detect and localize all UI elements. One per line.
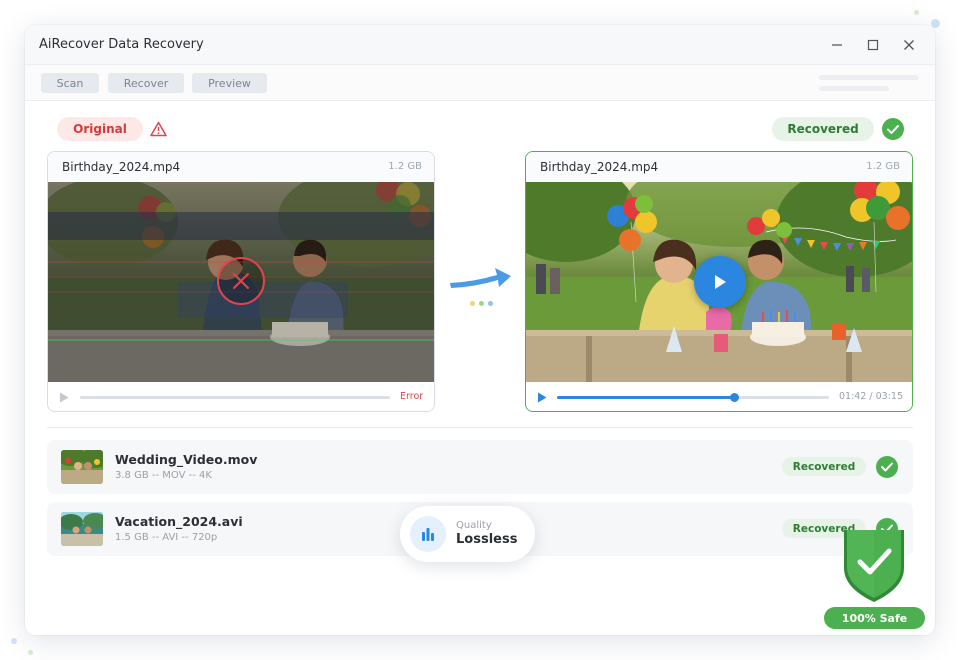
recover-button[interactable]: Recover bbox=[108, 73, 184, 93]
recovered-label: Recovered bbox=[772, 117, 874, 141]
preview-button[interactable]: Preview bbox=[192, 73, 267, 93]
player-controls: 01:42 / 03:15 bbox=[526, 382, 912, 411]
corrupted-video-preview bbox=[48, 182, 434, 382]
file-meta: 3.8 GB -- MOV -- 4K bbox=[115, 470, 212, 481]
decor-dot bbox=[11, 638, 17, 644]
video-frame bbox=[48, 182, 434, 382]
status-badge: Recovered bbox=[782, 457, 866, 476]
list-item[interactable]: Wedding_Video.mov 3.8 GB -- MOV -- 4K Re… bbox=[47, 440, 913, 494]
window-title: AiRecover Data Recovery bbox=[39, 37, 204, 52]
original-video-card: Birthday_2024.mp4 1.2 GB Error bbox=[47, 151, 435, 412]
shield-check-icon bbox=[844, 530, 904, 602]
section-divider bbox=[47, 427, 913, 428]
seek-handle[interactable] bbox=[729, 393, 739, 402]
warning-icon bbox=[150, 121, 167, 137]
playback-time: 01:42 / 03:15 bbox=[839, 391, 903, 402]
file-name: Birthday_2024.mp4 bbox=[62, 160, 181, 174]
bar-chart-icon bbox=[410, 516, 446, 552]
file-thumbnail bbox=[61, 450, 103, 484]
loading-dot bbox=[488, 301, 493, 306]
quality-card: Quality Lossless bbox=[400, 506, 535, 562]
check-circle-icon bbox=[882, 118, 904, 140]
maximize-icon bbox=[867, 39, 879, 51]
seek-bar[interactable] bbox=[557, 393, 829, 402]
loading-dot bbox=[479, 301, 484, 306]
file-size: 1.2 GB bbox=[866, 161, 900, 172]
file-thumbnail bbox=[61, 512, 103, 546]
placeholder-bar bbox=[819, 75, 919, 80]
error-x-icon bbox=[217, 257, 265, 305]
play-icon[interactable] bbox=[537, 392, 547, 403]
placeholder-bar bbox=[819, 86, 889, 91]
minimize-button[interactable] bbox=[827, 35, 847, 55]
quality-value: Lossless bbox=[456, 532, 518, 547]
recovered-video-card: Birthday_2024.mp4 1.2 GB 01:42 / 03:15 bbox=[525, 151, 913, 412]
file-name: Birthday_2024.mp4 bbox=[540, 160, 659, 174]
scan-button[interactable]: Scan bbox=[41, 73, 99, 93]
toolbar: Scan Recover Preview bbox=[25, 65, 935, 101]
file-name: Vacation_2024.avi bbox=[115, 514, 243, 529]
original-label: Original bbox=[57, 117, 143, 141]
file-name: Wedding_Video.mov bbox=[115, 452, 258, 467]
decor-dot bbox=[914, 10, 919, 15]
file-meta: 1.5 GB -- AVI -- 720p bbox=[115, 532, 218, 543]
minimize-icon bbox=[832, 44, 842, 46]
close-icon bbox=[904, 40, 914, 50]
loading-dot bbox=[470, 301, 475, 306]
quality-label: Quality bbox=[456, 520, 492, 531]
arrow-right-icon bbox=[450, 268, 511, 288]
play-button[interactable] bbox=[694, 256, 746, 308]
seek-progress bbox=[557, 396, 734, 399]
maximize-button[interactable] bbox=[863, 35, 883, 55]
title-bar: AiRecover Data Recovery bbox=[25, 25, 935, 65]
decor-dot bbox=[28, 650, 33, 655]
error-status: Error bbox=[400, 391, 424, 402]
play-icon bbox=[715, 275, 726, 289]
close-button[interactable] bbox=[899, 35, 919, 55]
file-size: 1.2 GB bbox=[388, 161, 422, 172]
card-header: Birthday_2024.mp4 1.2 GB bbox=[48, 152, 434, 182]
check-circle-icon bbox=[876, 456, 898, 478]
recovered-video-preview bbox=[526, 182, 912, 382]
safe-badge: 100% Safe bbox=[824, 607, 925, 629]
seek-bar[interactable] bbox=[80, 396, 390, 399]
card-header: Birthday_2024.mp4 1.2 GB bbox=[526, 152, 912, 182]
player-controls: Error bbox=[48, 382, 434, 411]
play-icon[interactable] bbox=[59, 392, 69, 403]
